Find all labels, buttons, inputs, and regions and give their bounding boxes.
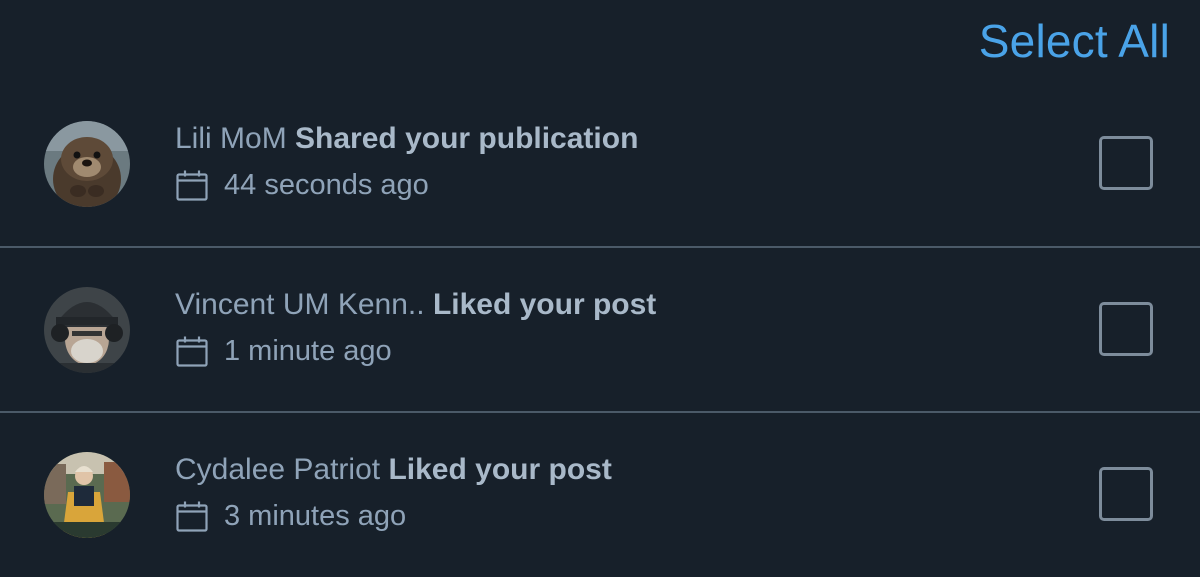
avatar[interactable] xyxy=(44,452,130,538)
calendar-icon xyxy=(175,334,209,368)
notification-row[interactable]: Cydalee Patriot Liked your post 3 minute… xyxy=(0,413,1200,577)
user-name[interactable]: Vincent UM Kenn.. xyxy=(175,288,425,321)
notification-text: Vincent UM Kenn.. Liked your post xyxy=(175,288,656,322)
notification-row[interactable]: Lili MoM Shared your publication 44 seco… xyxy=(0,82,1200,246)
time-label: 1 minute ago xyxy=(224,334,392,367)
select-all-button[interactable]: Select All xyxy=(979,14,1170,68)
avatar[interactable] xyxy=(44,287,130,373)
select-checkbox[interactable] xyxy=(1099,136,1153,190)
time-label: 3 minutes ago xyxy=(224,499,407,532)
select-checkbox[interactable] xyxy=(1099,467,1153,521)
costumed-woman-avatar-image xyxy=(44,452,130,538)
calendar-icon xyxy=(175,499,209,533)
notification-action: Liked your post xyxy=(388,453,612,486)
avatar[interactable] xyxy=(44,121,130,207)
select-checkbox[interactable] xyxy=(1099,302,1153,356)
notification-action: Liked your post xyxy=(432,288,657,321)
time-label: 44 seconds ago xyxy=(224,168,429,201)
notification-time: 1 minute ago xyxy=(175,334,392,368)
notification-time: 44 seconds ago xyxy=(175,168,429,202)
user-name[interactable]: Lili MoM xyxy=(175,122,287,155)
notification-time: 3 minutes ago xyxy=(175,499,406,533)
notifications-screen: Select All Lili MoM Shared your publicat… xyxy=(0,0,1200,577)
user-name[interactable]: Cydalee Patriot xyxy=(175,453,380,486)
notification-row[interactable]: Vincent UM Kenn.. Liked your post 1 minu… xyxy=(0,248,1200,412)
notification-action: Shared your publication xyxy=(295,122,639,155)
notification-text: Cydalee Patriot Liked your post xyxy=(175,453,612,487)
notification-text: Lili MoM Shared your publication xyxy=(175,122,638,156)
otter-avatar-image xyxy=(44,121,130,207)
calendar-icon xyxy=(175,168,209,202)
helmeted-man-avatar-image xyxy=(44,287,130,373)
